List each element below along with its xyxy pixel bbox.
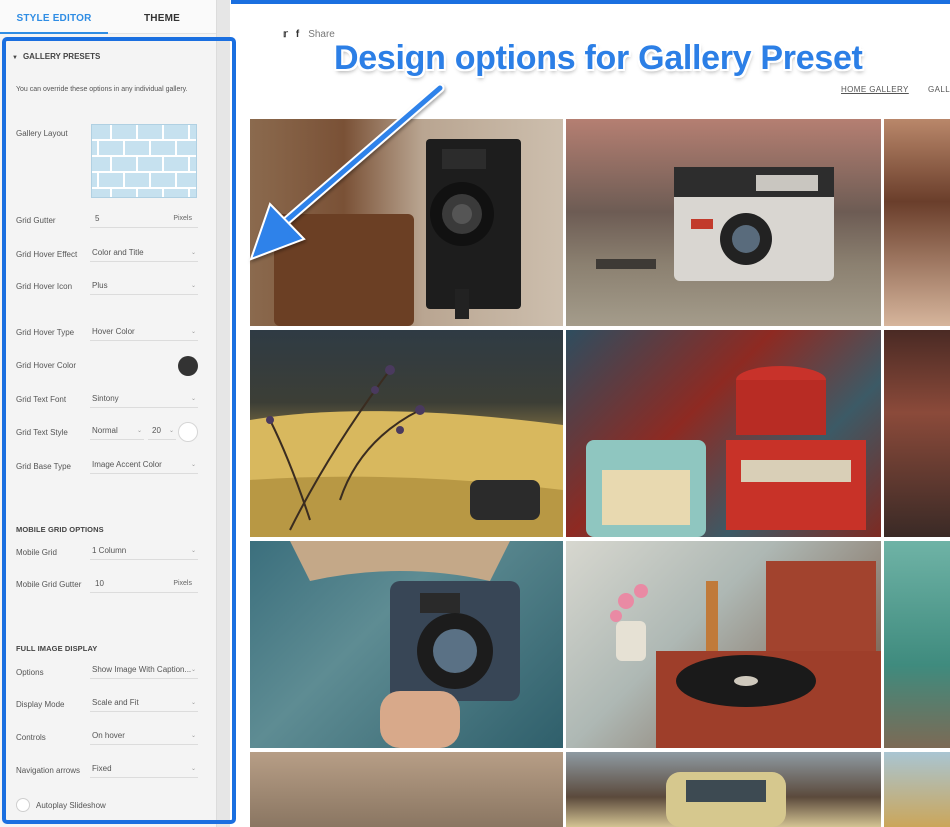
mobile-grid-gutter-label: Mobile Grid Gutter: [16, 580, 82, 589]
gallery-layout-label: Gallery Layout: [16, 129, 68, 138]
controls-value: On hover: [92, 731, 125, 740]
gallery-image-car-interior[interactable]: [884, 330, 950, 537]
gallery-image-yellow-car[interactable]: [250, 330, 563, 537]
gallery-image-partial-3[interactable]: [884, 752, 950, 827]
folding-camera-illustration: [274, 139, 521, 326]
display-mode-select[interactable]: Scale and Fit ⌄: [90, 696, 198, 712]
record-player-illustration: [610, 561, 881, 748]
grid-gutter-value: 5: [95, 214, 100, 223]
annotation-caption: Design options for Gallery Preset: [334, 39, 863, 77]
mobile-grid-options-heading: MOBILE GRID OPTIONS: [16, 525, 104, 534]
mobile-grid-gutter-input[interactable]: 10 Pixels: [90, 577, 198, 593]
grid-hover-effect-select[interactable]: Color and Title ⌄: [90, 246, 198, 262]
grid-text-size-select[interactable]: 20 ⌄: [148, 424, 176, 440]
share-label[interactable]: Share: [308, 29, 335, 40]
chevron-down-icon: ⌄: [190, 462, 196, 468]
grid-gutter-unit: Pixels: [173, 215, 192, 222]
section-title: GALLERY PRESETS: [22, 52, 101, 61]
grid-text-font-select[interactable]: Sintony ⌄: [90, 392, 198, 408]
navigation-arrows-value: Fixed: [92, 764, 112, 773]
navigation-arrows-select[interactable]: Fixed ⌄: [90, 762, 198, 778]
grid-text-style-label: Grid Text Style: [16, 428, 68, 437]
panel-divider[interactable]: [216, 0, 230, 827]
nav-home-gallery[interactable]: HOME GALLERY: [841, 85, 909, 94]
grid-text-style-select[interactable]: Normal ⌄: [90, 424, 144, 440]
autoplay-toggle[interactable]: [16, 798, 30, 812]
gallery-image-partial-1[interactable]: [884, 119, 950, 326]
mobile-grid-gutter-unit: Pixels: [173, 580, 192, 587]
tab-style-editor[interactable]: STYLE EDITOR: [0, 0, 108, 34]
gallery-image-partial-2[interactable]: [250, 752, 563, 827]
gallery-image-record-player[interactable]: [566, 541, 881, 748]
intro-text: You can override these options in any in…: [16, 86, 188, 93]
style-editor-panel: STYLE EDITOR THEME ▼ GALLERY PRESETS You …: [0, 0, 216, 827]
chevron-down-icon: ⌄: [190, 396, 196, 402]
chevron-down-icon: ⌄: [190, 548, 196, 554]
gallery-image-vintage-tins[interactable]: [566, 330, 881, 537]
nav-gallery[interactable]: GALLERY: [928, 85, 950, 94]
grid-hover-icon-select[interactable]: Plus ⌄: [90, 279, 198, 295]
caret-down-icon: ▼: [12, 55, 18, 61]
chevron-down-icon: ⌄: [190, 733, 196, 739]
mobile-grid-label: Mobile Grid: [16, 548, 57, 557]
grid-hover-icon-label: Grid Hover Icon: [16, 282, 73, 291]
grid-base-type-label: Grid Base Type: [16, 462, 71, 471]
street-car-illustration: [666, 772, 786, 827]
grid-text-style-value: Normal: [92, 426, 118, 435]
grid-hover-type-label: Grid Hover Type: [16, 328, 75, 337]
grid-gutter-input[interactable]: 5 Pixels: [90, 212, 198, 228]
controls-label: Controls: [16, 733, 46, 742]
full-image-display-heading: FULL IMAGE DISPLAY: [16, 644, 98, 653]
gallery-image-street-car[interactable]: [566, 752, 881, 827]
chevron-down-icon: ⌄: [190, 250, 196, 256]
grid-hover-color-label: Grid Hover Color: [16, 361, 77, 370]
grid-hover-type-select[interactable]: Hover Color ⌄: [90, 325, 198, 341]
grid-text-size-value: 20: [152, 426, 161, 435]
tab-theme[interactable]: THEME: [108, 0, 216, 34]
chevron-down-icon: ⌄: [136, 428, 142, 434]
grid-hover-color-swatch[interactable]: [178, 356, 198, 376]
yellow-car-illustration: [250, 365, 563, 537]
instamatic-camera-illustration: [596, 167, 834, 281]
mobile-grid-value: 1 Column: [92, 546, 127, 555]
grid-base-type-value: Image Accent Color: [92, 460, 162, 469]
chevron-down-icon: ⌄: [190, 667, 196, 673]
gallery-image-folding-camera[interactable]: [250, 119, 563, 326]
grid-hover-effect-label: Grid Hover Effect: [16, 250, 78, 259]
mobile-grid-select[interactable]: 1 Column ⌄: [90, 544, 198, 560]
grid-hover-type-value: Hover Color: [92, 327, 135, 336]
grid-hover-effect-value: Color and Title: [92, 248, 144, 257]
grid-base-type-select[interactable]: Image Accent Color ⌄: [90, 458, 198, 474]
gallery-image-instamatic-camera[interactable]: [566, 119, 881, 326]
display-mode-label: Display Mode: [16, 700, 65, 709]
facebook-icon[interactable]: f: [296, 29, 299, 40]
chevron-down-icon: ⌄: [190, 700, 196, 706]
options-label: Options: [16, 668, 44, 677]
grid-text-font-value: Sintony: [92, 394, 119, 403]
gallery-grid: [250, 119, 950, 827]
vintage-tins-illustration: [586, 366, 866, 537]
display-mode-value: Scale and Fit: [92, 698, 139, 707]
mobile-grid-gutter-value: 10: [95, 579, 104, 588]
grid-text-color-swatch[interactable]: [178, 422, 198, 442]
instant-camera-illustration: [290, 541, 520, 748]
navigation-arrows-label: Navigation arrows: [16, 766, 81, 775]
gallery-image-instant-camera[interactable]: [250, 541, 563, 748]
autoplay-label: Autoplay Slideshow: [36, 801, 106, 810]
options-select[interactable]: Show Image With Caption... ⌄: [90, 663, 198, 679]
gallery-image-fuel-pump[interactable]: [884, 541, 950, 748]
gallery-layout-thumbnail[interactable]: [91, 124, 197, 198]
grid-hover-icon-value: Plus: [92, 281, 108, 290]
gallery-presets-header[interactable]: ▼ GALLERY PRESETS: [12, 52, 100, 61]
chevron-down-icon: ⌄: [168, 428, 174, 434]
grid-gutter-label: Grid Gutter: [16, 216, 56, 225]
options-value: Show Image With Caption...: [92, 665, 192, 674]
chevron-down-icon: ⌄: [190, 329, 196, 335]
share-bar[interactable]: 𝕣 f Share: [283, 29, 335, 40]
twitter-icon[interactable]: 𝕣: [283, 29, 288, 40]
grid-text-font-label: Grid Text Font: [16, 395, 67, 404]
controls-select[interactable]: On hover ⌄: [90, 729, 198, 745]
chevron-down-icon: ⌄: [190, 283, 196, 289]
chevron-down-icon: ⌄: [190, 766, 196, 772]
